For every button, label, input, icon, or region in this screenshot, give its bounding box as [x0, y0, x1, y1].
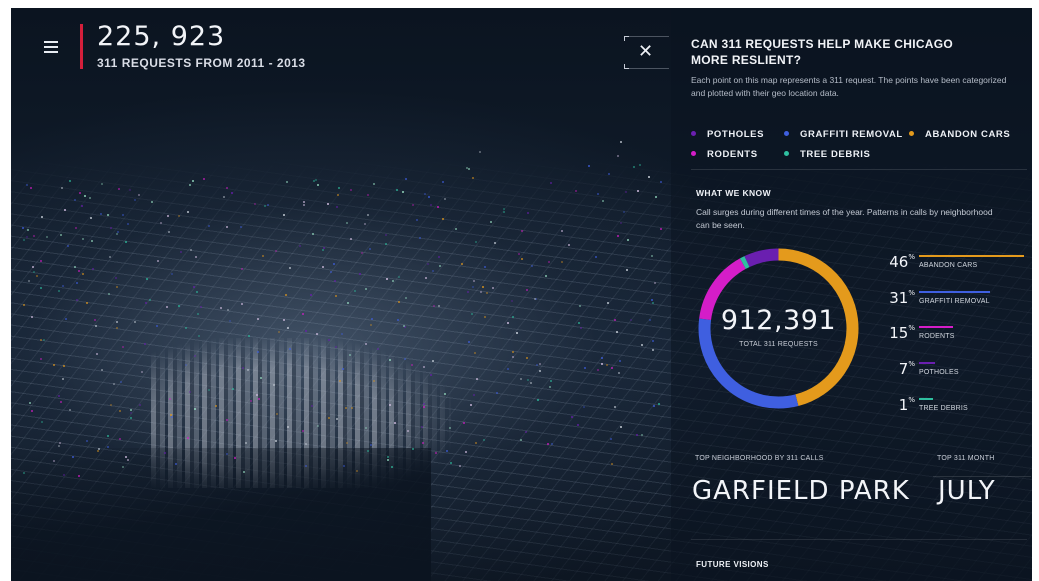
top-neighborhood-value: GARFIELD PARK	[692, 476, 910, 506]
stat-row-graffiti-removal[interactable]: 31% GRAFFITI REMOVAL	[871, 289, 1031, 319]
legend-label: GRAFFITI REMOVAL	[800, 129, 903, 140]
panel-title: CAN 311 REQUESTS HELP MAKE CHICAGO MORE …	[691, 37, 954, 67]
stat-bar	[919, 362, 935, 364]
stat-row-potholes[interactable]: 7% POTHOLES	[871, 360, 1031, 390]
legend-item-rodents[interactable]: RODENTS	[691, 149, 758, 160]
stat-percent: 7%	[898, 360, 915, 378]
close-icon: ✕	[638, 41, 654, 61]
legend-item-potholes[interactable]: POTHOLES	[691, 129, 764, 140]
request-count: 225, 923	[97, 21, 226, 52]
legend-dot-icon	[784, 130, 789, 136]
panel-description: Each point on this map represents a 311 …	[691, 75, 1007, 98]
accent-bar	[80, 24, 83, 69]
divider	[691, 169, 1027, 170]
legend-item-graffiti[interactable]: GRAFFITI REMOVAL	[784, 129, 903, 140]
stat-label: TREE DEBRIS	[919, 405, 968, 412]
stat-row-rodents[interactable]: 15% RODENTS	[871, 324, 1031, 354]
hamburger-menu-icon[interactable]	[44, 41, 58, 53]
stat-percent: 31%	[889, 289, 915, 307]
legend-dot-icon	[909, 130, 914, 136]
stat-row-abandon-cars[interactable]: 46% ABANDON CARS	[871, 253, 1031, 283]
top-month-value: JULY	[938, 476, 996, 506]
divider	[691, 539, 1027, 540]
stat-label: POTHOLES	[919, 369, 959, 376]
close-button[interactable]: ✕	[624, 36, 669, 69]
stat-label: ABANDON CARS	[919, 262, 978, 269]
stat-percent: 46%	[889, 253, 915, 271]
legend-label: TREE DEBRIS	[800, 149, 871, 160]
stat-bar	[919, 291, 990, 293]
legend-dot-icon	[691, 130, 696, 136]
stat-row-tree-debris[interactable]: 1% TREE DEBRIS	[871, 396, 1031, 426]
lake-michigan	[11, 448, 431, 581]
top-month-label: TOP 311 MONTH	[937, 455, 995, 462]
legend-item-abandon-cars[interactable]: ABANDON CARS	[909, 129, 1010, 140]
total-requests-label: TOTAL 311 REQUESTS	[739, 341, 818, 348]
total-requests-value: 912,391	[720, 305, 837, 336]
stat-bar	[919, 326, 953, 328]
legend-label: POTHOLES	[707, 129, 765, 140]
stat-bar	[919, 255, 1024, 257]
what-we-know-title: WHAT WE KNOW	[696, 188, 771, 198]
legend-label: RODENTS	[707, 149, 758, 160]
legend-dot-icon	[691, 150, 696, 156]
stat-label: GRAFFITI REMOVAL	[919, 298, 990, 305]
request-count-subtitle: 311 REQUESTS FROM 2011 - 2013	[97, 56, 306, 70]
future-visions-link[interactable]: FUTURE VISIONS	[696, 560, 769, 569]
legend-dot-icon	[784, 150, 789, 156]
legend-label: ABANDON CARS	[925, 129, 1011, 140]
app-frame: 225, 923 311 REQUESTS FROM 2011 - 2013 ✕…	[11, 8, 1032, 581]
top-neighborhood-label: TOP NEIGHBORHOOD BY 311 CALLS	[695, 455, 824, 462]
legend-item-tree-debris[interactable]: TREE DEBRIS	[784, 149, 870, 160]
donut-slice-tree-debris[interactable]	[739, 256, 750, 269]
stat-bar	[919, 398, 933, 400]
stat-percent: 1%	[898, 396, 915, 414]
what-we-know-description: Call surges during different times of th…	[696, 207, 993, 230]
stat-label: RODENTS	[919, 333, 955, 340]
stat-percent: 15%	[889, 324, 915, 342]
donut-slice-potholes[interactable]	[744, 248, 779, 268]
